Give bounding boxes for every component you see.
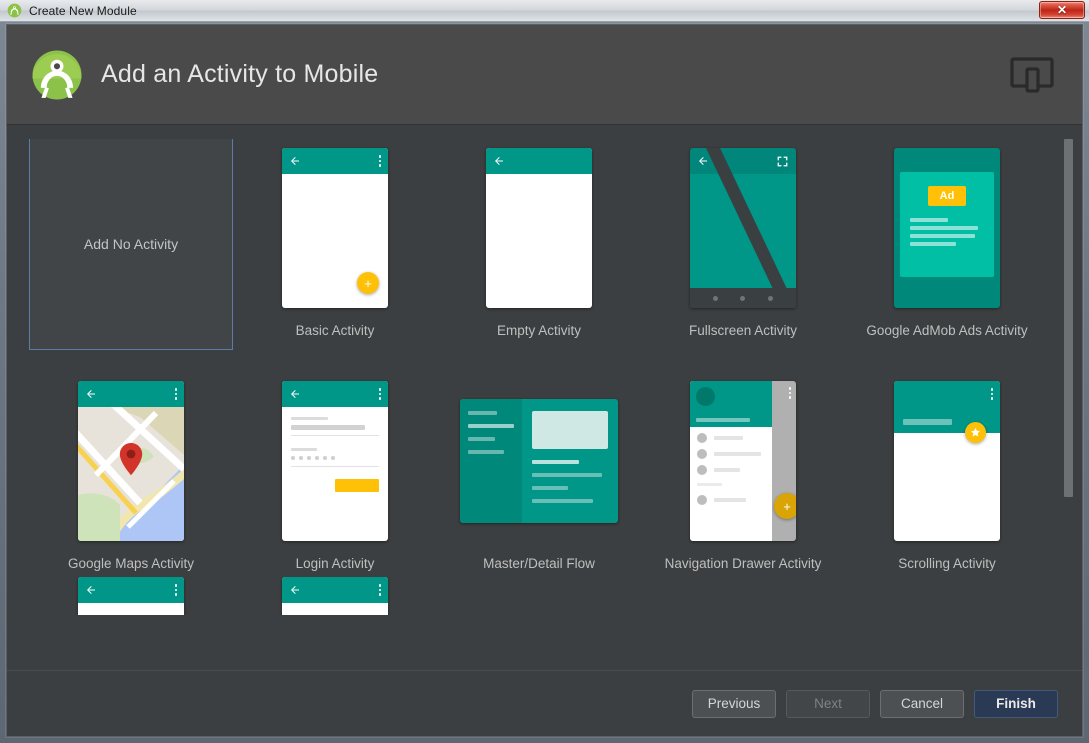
drawer-item: [690, 427, 772, 443]
template-caption: Google AdMob Ads Activity: [866, 323, 1028, 338]
close-window-button[interactable]: ✕: [1039, 1, 1085, 19]
template-caption: Navigation Drawer Activity: [664, 556, 822, 571]
template-empty-activity[interactable]: Empty Activity: [437, 139, 641, 350]
template-partial[interactable]: [29, 577, 233, 615]
master-pane: [460, 399, 522, 523]
template-admob-activity[interactable]: Ad Google AdMob Ads Activity: [845, 139, 1049, 350]
back-arrow-icon: [87, 586, 95, 594]
drawer-item: [690, 486, 772, 505]
master-detail-thumbnail: [437, 372, 641, 550]
empty-activity-thumbnail: [437, 139, 641, 317]
password-dots: [291, 456, 379, 460]
template-basic-activity[interactable]: + Basic Activity: [233, 139, 437, 350]
back-arrow-icon: [87, 390, 95, 398]
scrolling-activity-thumbnail: [845, 372, 1049, 550]
android-studio-logo: [32, 50, 82, 99]
overflow-menu-icon: [990, 388, 993, 400]
diagonal-stripe-decoration: [706, 148, 796, 308]
window-title: Create New Module: [29, 3, 137, 18]
drawer-header: [690, 381, 772, 427]
back-arrow-icon: [291, 390, 299, 398]
template-grid-viewport: Add No Activity + Basic Activity Empty A…: [7, 139, 1068, 670]
vertical-scrollbar[interactable]: [1063, 139, 1074, 666]
template-login-activity[interactable]: Login Activity: [233, 372, 437, 571]
overflow-menu-icon: [174, 388, 177, 400]
window-titlebar: Create New Module ✕: [0, 0, 1089, 22]
template-grid: Add No Activity + Basic Activity Empty A…: [7, 139, 1068, 571]
floating-action-button-icon: [965, 422, 986, 443]
page-title: Add an Activity to Mobile: [101, 60, 379, 88]
scrollbar-thumb[interactable]: [1064, 139, 1073, 497]
floating-action-button-icon: +: [774, 493, 796, 519]
template-gallery: Add No Activity + Basic Activity Empty A…: [7, 125, 1082, 670]
navigation-bar: [690, 288, 796, 308]
back-arrow-icon: [495, 157, 503, 165]
template-caption: Google Maps Activity: [67, 556, 195, 571]
template-no-activity[interactable]: Add No Activity: [29, 139, 233, 350]
sign-in-button-preview: [335, 479, 379, 492]
floating-action-button-icon: +: [357, 272, 379, 294]
template-grid-row-partial: [7, 577, 1068, 615]
template-scrolling-activity[interactable]: Scrolling Activity: [845, 372, 1049, 571]
overflow-menu-icon: [788, 387, 791, 399]
android-studio-icon: [7, 3, 22, 18]
create-new-module-dialog: Add an Activity to Mobile Add No Activit…: [6, 24, 1083, 737]
dialog-header: Add an Activity to Mobile: [7, 25, 1082, 125]
template-fullscreen-activity[interactable]: Fullscreen Activity: [641, 139, 845, 350]
overflow-menu-icon: [378, 155, 381, 167]
detail-pane: [522, 399, 618, 523]
dialog-footer: Previous Next Cancel Finish: [7, 670, 1082, 736]
back-arrow-icon: [291, 586, 299, 594]
os-window: Create New Module ✕ Add an Activity to M…: [0, 0, 1089, 743]
map-preview: [78, 407, 184, 541]
template-caption: Scrolling Activity: [898, 556, 996, 571]
drawer-item: [690, 459, 772, 475]
login-form-preview: [282, 407, 388, 492]
close-icon: ✕: [1056, 3, 1068, 17]
next-button: Next: [786, 689, 870, 718]
avatar: [696, 387, 715, 406]
tablet-device-icon: [1010, 56, 1054, 93]
template-maps-activity[interactable]: Google Maps Activity: [29, 372, 233, 571]
overflow-menu-icon: [378, 584, 381, 596]
no-activity-tile: Add No Activity: [29, 139, 233, 350]
template-caption: Master/Detail Flow: [483, 556, 595, 571]
template-caption: Basic Activity: [295, 323, 375, 338]
overflow-menu-icon: [174, 584, 177, 596]
template-nav-drawer-activity[interactable]: + Navigation Drawer Activity: [641, 372, 845, 571]
basic-activity-thumbnail: +: [233, 139, 437, 317]
previous-button[interactable]: Previous: [692, 689, 776, 718]
drawer-item: [690, 443, 772, 459]
admob-activity-thumbnail: Ad: [845, 139, 1049, 317]
overflow-menu-icon: [378, 388, 381, 400]
nav-drawer-thumbnail: +: [641, 372, 845, 550]
template-caption: Empty Activity: [496, 323, 582, 338]
login-activity-thumbnail: [233, 372, 437, 550]
template-partial[interactable]: [233, 577, 437, 615]
cancel-button[interactable]: Cancel: [880, 689, 964, 718]
maps-activity-thumbnail: [29, 372, 233, 550]
template-caption: Fullscreen Activity: [688, 323, 798, 338]
ad-badge: Ad: [928, 186, 966, 206]
finish-button[interactable]: Finish: [974, 689, 1058, 718]
template-caption: Login Activity: [295, 556, 375, 571]
fullscreen-activity-thumbnail: [641, 139, 845, 317]
back-arrow-icon: [291, 157, 299, 165]
no-activity-label: Add No Activity: [83, 235, 179, 252]
template-master-detail-flow[interactable]: Master/Detail Flow: [437, 372, 641, 571]
collapsing-toolbar: [894, 381, 1000, 433]
